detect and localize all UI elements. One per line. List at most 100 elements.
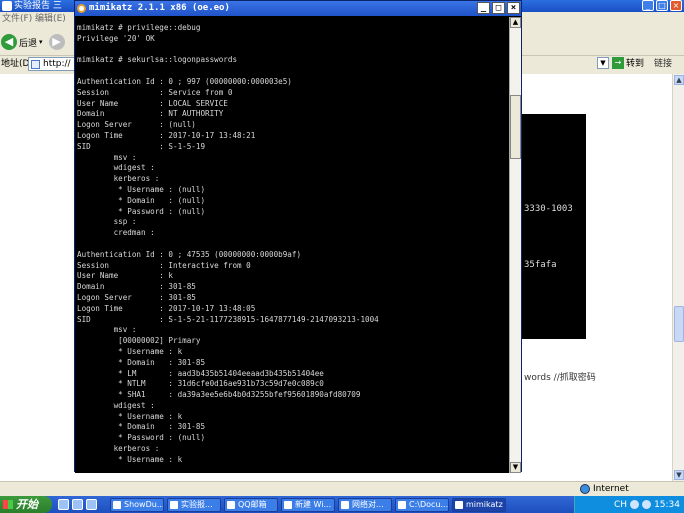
background-hash-fragment: 35fafa xyxy=(524,260,557,270)
console-line: SID : S-1-5-19 xyxy=(77,141,206,151)
taskbar-button-label: 实验报... xyxy=(181,499,213,509)
console-line: wdigest : xyxy=(113,163,155,173)
console-scrollbar[interactable]: ▲ ▼ xyxy=(509,17,521,473)
console-line: * Domain : 301-85 xyxy=(118,422,206,432)
console-title-bar[interactable]: mimikatz 2.1.1 x86 (oe.eo) _ □ × xyxy=(75,1,521,16)
page-icon xyxy=(31,60,40,69)
scroll-down-icon[interactable]: ▼ xyxy=(510,462,521,473)
browser-title: 实验报告 三 xyxy=(14,1,62,11)
start-label: 开始 xyxy=(16,498,38,511)
maximize-icon[interactable]: □ xyxy=(656,0,668,11)
console-line: credman : xyxy=(113,228,155,238)
app-icon xyxy=(284,500,292,509)
taskbar-button[interactable]: mimikatz xyxy=(452,497,506,512)
minimize-icon[interactable]: _ xyxy=(477,2,490,14)
chevron-down-icon[interactable]: ▾ xyxy=(39,38,43,46)
address-input[interactable]: http:// xyxy=(28,57,76,71)
system-tray: CH 15:34 xyxy=(574,496,684,513)
desktop: 实验报告 三 _ □ × 文件(F) 编辑(E) ◀ 后退 ▾ ▶ 地址(D) … xyxy=(0,0,684,513)
console-line: Logon Time : 2017-10-17 13:48:21 xyxy=(77,130,256,140)
console-line: Domain : NT AUTHORITY xyxy=(77,109,224,119)
back-button[interactable]: ◀ 后退 ▾ ▶ xyxy=(1,32,65,52)
browser-status-bar: Internet xyxy=(0,481,684,496)
console-line: wdigest : xyxy=(113,400,155,410)
windows-logo-icon xyxy=(3,500,13,509)
console-line: * Username : k xyxy=(118,454,183,464)
scroll-thumb[interactable] xyxy=(510,95,521,159)
console-text: mimikatz # privilege::debug Privilege '2… xyxy=(77,23,509,466)
ie-icon[interactable] xyxy=(58,499,69,510)
mimikatz-console-window[interactable]: mimikatz 2.1.1 x86 (oe.eo) _ □ × mimikat… xyxy=(74,0,522,473)
console-line: User Name : LOCAL SERVICE xyxy=(77,98,228,108)
quick-launch xyxy=(58,499,110,510)
desktop-icon[interactable] xyxy=(72,499,83,510)
console-line: * Domain : (null) xyxy=(118,195,206,205)
console-line: * Password : (null) xyxy=(118,206,206,216)
app-icon xyxy=(455,500,463,509)
address-dropdown-icon[interactable]: ▼ xyxy=(597,57,609,69)
background-screenshot xyxy=(522,114,586,339)
mimikatz-icon xyxy=(77,4,86,13)
console-line: kerberos : xyxy=(113,174,160,184)
taskbar-buttons: ShowDu... 实验报... QQ邮箱 新建 Wi... 网络对... C:\Docu… xyxy=(110,497,574,512)
console-line: * Domain : 301-85 xyxy=(118,357,206,367)
browser-scrollbar[interactable]: ▲ ▼ xyxy=(672,74,684,481)
scroll-up-icon[interactable]: ▲ xyxy=(674,75,684,85)
console-line: kerberos : xyxy=(113,444,160,454)
console-line: * Password : (null) xyxy=(118,433,206,443)
media-icon[interactable] xyxy=(86,499,97,510)
back-label: 后退 xyxy=(19,38,38,49)
ie-icon xyxy=(2,1,12,11)
scroll-down-icon[interactable]: ▼ xyxy=(674,470,684,480)
console-line: msv : xyxy=(113,152,137,162)
console-line: Logon Time : 2017-10-17 13:48:05 xyxy=(77,303,256,313)
volume-icon[interactable] xyxy=(642,500,652,509)
links-label[interactable]: 链接 xyxy=(654,56,672,69)
go-button[interactable]: → 转到 xyxy=(612,56,644,69)
background-note: words //抓取密码 xyxy=(524,373,596,383)
app-icon xyxy=(398,500,406,509)
zone-label: Internet xyxy=(593,484,629,494)
taskbar-button[interactable]: 新建 Wi... xyxy=(281,497,335,512)
console-line: * LM : aad3b435b51404eeaad3b435b51404ee xyxy=(118,368,324,378)
console-line: Logon Server : (null) xyxy=(77,120,196,130)
network-icon[interactable] xyxy=(630,500,640,509)
scroll-thumb[interactable] xyxy=(674,306,684,342)
console-line: * Username : (null) xyxy=(118,184,206,194)
console-line: Authentication Id : 0 ; 47535 (00000000:… xyxy=(77,249,302,259)
console-line: mimikatz # sekurlsa::logonpasswords xyxy=(77,55,238,65)
app-icon xyxy=(113,500,121,509)
go-arrow-icon: → xyxy=(612,56,624,69)
console-line: Domain : 301-85 xyxy=(77,282,196,292)
language-indicator[interactable]: CH xyxy=(614,500,627,510)
security-zone: Internet xyxy=(580,482,629,496)
console-line: Logon Server : 301-85 xyxy=(77,292,196,302)
taskbar-button-label: 新建 Wi... xyxy=(295,499,332,509)
forward-arrow-icon[interactable]: ▶ xyxy=(48,34,65,50)
console-line: * SHA1 : da39a3ee5e6b4b0d3255bfef9560189… xyxy=(118,390,361,400)
console-line: * Username : k xyxy=(118,346,183,356)
app-icon xyxy=(227,500,235,509)
console-line: * NTLM : 31d6cfe0d16ae931b73c59d7e0c089c… xyxy=(118,379,324,389)
close-icon[interactable]: × xyxy=(670,0,682,11)
taskbar-button[interactable]: C:\Docu... xyxy=(395,497,449,512)
console-line: Privilege '20' OK xyxy=(77,33,155,43)
taskbar-button[interactable]: 网络对... xyxy=(338,497,392,512)
scroll-up-icon[interactable]: ▲ xyxy=(510,17,521,28)
taskbar-button[interactable]: 实验报... xyxy=(167,497,221,512)
console-output[interactable]: mimikatz # privilege::debug Privilege '2… xyxy=(75,17,509,473)
app-icon xyxy=(341,500,349,509)
taskbar: 开始 ShowDu... 实验报... QQ邮箱 新建 Wi... 网络对... C:\D… xyxy=(0,496,684,513)
taskbar-button[interactable]: QQ邮箱 xyxy=(224,497,278,512)
console-line: Session : Interactive from 0 xyxy=(77,260,251,270)
maximize-icon[interactable]: □ xyxy=(492,2,505,14)
minimize-icon[interactable]: _ xyxy=(642,0,654,11)
console-line: * Username : k xyxy=(118,411,183,421)
close-icon[interactable]: × xyxy=(507,2,520,14)
console-line: User Name : k xyxy=(77,271,174,281)
back-arrow-icon: ◀ xyxy=(1,34,17,50)
taskbar-button[interactable]: ShowDu... xyxy=(110,497,164,512)
app-icon xyxy=(170,500,178,509)
start-button[interactable]: 开始 xyxy=(0,496,52,513)
taskbar-button-label: C:\Docu... xyxy=(409,499,449,509)
